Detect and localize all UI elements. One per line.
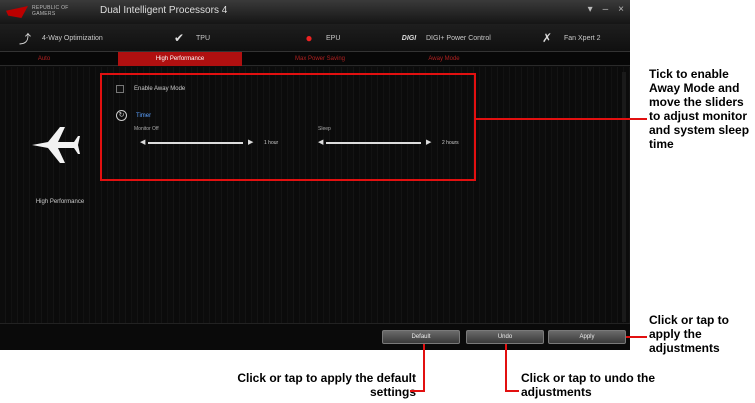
tab-auto[interactable]: Auto bbox=[0, 52, 88, 66]
away-mode-panel: Enable Away Mode ↻ Timer Monitor Off ◀ ▶… bbox=[100, 73, 476, 181]
slider-track[interactable] bbox=[148, 142, 243, 144]
right-arrow-icon[interactable]: ▶ bbox=[426, 138, 431, 148]
minimize-icon[interactable]: – bbox=[603, 4, 609, 15]
tool-label: TPU bbox=[196, 34, 210, 42]
callout-line-undo-v bbox=[505, 344, 507, 392]
app-title: Dual Intelligent Processors 4 bbox=[100, 5, 228, 16]
callout-line-apply bbox=[626, 336, 647, 338]
window-controls: ▾ – × bbox=[588, 4, 624, 15]
callout-line-default-h bbox=[410, 390, 425, 392]
sleep-label: Sleep bbox=[318, 126, 331, 132]
tool-label: DIGI+ Power Control bbox=[426, 34, 491, 42]
tab-high-performance[interactable]: High Performance bbox=[118, 52, 242, 66]
tpu-icon: ✔ bbox=[173, 31, 185, 45]
callout-line-undo-h bbox=[505, 390, 519, 392]
callout-line-default-v bbox=[423, 344, 425, 392]
timer-icon: ↻ bbox=[116, 110, 127, 121]
monitor-off-slider[interactable]: ◀ ▶ 1 hour bbox=[140, 138, 290, 148]
left-arrow-icon[interactable]: ◀ bbox=[140, 138, 145, 148]
tool-label: EPU bbox=[326, 34, 341, 42]
title-bar: REPUBLIC OF GAMERS Dual Intelligent Proc… bbox=[0, 0, 630, 24]
callout-undo: Click or tap to undo the adjustments bbox=[521, 371, 655, 399]
brand-text: REPUBLIC OF GAMERS bbox=[32, 5, 69, 17]
callout-apply: Click or tap to apply the adjustments bbox=[649, 313, 730, 355]
4way-icon: ⤴ bbox=[18, 31, 31, 46]
slider-track[interactable] bbox=[326, 142, 421, 144]
tab-away-mode[interactable]: Away Mode bbox=[392, 52, 496, 66]
callout-line-away bbox=[476, 118, 647, 120]
manual-figure: REPUBLIC OF GAMERS Dual Intelligent Proc… bbox=[0, 0, 755, 403]
tool-fan[interactable]: ✗ Fan Xpert 2 bbox=[538, 29, 601, 47]
callout-away-mode: Tick to enable Away Mode and move the sl… bbox=[649, 67, 750, 151]
monitor-off-value: 1 hour bbox=[264, 140, 279, 146]
callout-default: Click or tap to apply the default settin… bbox=[237, 371, 416, 399]
sleep-value: 2 hours bbox=[442, 140, 459, 146]
airplane-icon bbox=[30, 125, 80, 165]
rog-eye-icon bbox=[6, 6, 28, 18]
default-button[interactable]: Default bbox=[382, 330, 460, 344]
rog-logo: REPUBLIC OF GAMERS bbox=[6, 4, 86, 20]
fan-icon: ✗ bbox=[541, 31, 553, 45]
digi-icon: DIGI bbox=[401, 34, 417, 42]
tool-label: Fan Xpert 2 bbox=[564, 34, 601, 42]
tool-4way[interactable]: ⤴ 4-Way Optimization bbox=[16, 29, 103, 47]
enable-away-checkbox[interactable] bbox=[116, 85, 124, 93]
monitor-off-label: Monitor Off bbox=[134, 126, 159, 132]
scrollbar[interactable] bbox=[622, 72, 626, 322]
close-icon[interactable]: × bbox=[618, 4, 624, 15]
tool-digi[interactable]: DIGI DIGI+ Power Control bbox=[400, 29, 491, 47]
apply-button[interactable]: Apply bbox=[548, 330, 626, 344]
undo-button[interactable]: Undo bbox=[466, 330, 544, 344]
tool-epu[interactable]: ● EPU bbox=[300, 29, 340, 47]
tab-max-power-saving[interactable]: Max Power Saving bbox=[262, 52, 378, 66]
dropdown-icon[interactable]: ▾ bbox=[588, 4, 593, 15]
right-arrow-icon[interactable]: ▶ bbox=[248, 138, 253, 148]
enable-away-label: Enable Away Mode bbox=[134, 86, 186, 92]
app-window: REPUBLIC OF GAMERS Dual Intelligent Proc… bbox=[0, 0, 630, 350]
timer-label: Timer bbox=[136, 113, 152, 119]
epu-icon: ● bbox=[305, 31, 313, 45]
mode-tabs: Auto High Performance Max Power Saving A… bbox=[0, 52, 630, 66]
sleep-slider[interactable]: ◀ ▶ 2 hours bbox=[318, 138, 468, 148]
tool-tpu[interactable]: ✔ TPU bbox=[170, 29, 210, 47]
left-arrow-icon[interactable]: ◀ bbox=[318, 138, 323, 148]
tool-label: 4-Way Optimization bbox=[42, 34, 103, 42]
toolbar: ⤴ 4-Way Optimization ✔ TPU ● EPU DIGI DI… bbox=[0, 24, 630, 52]
mode-label: High Performance bbox=[35, 199, 85, 205]
